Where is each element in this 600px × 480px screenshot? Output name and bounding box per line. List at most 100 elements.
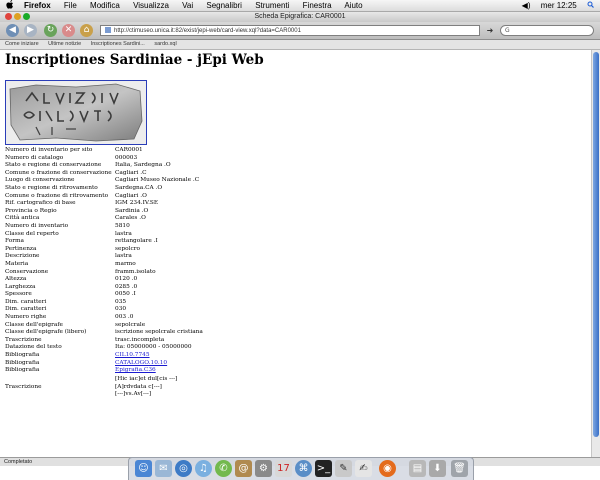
field-value: CATALOGO.10.10 [115, 360, 203, 368]
table-row: Città antica Carales .O [5, 215, 203, 223]
field-value: IGM 234.IV.SE [115, 200, 159, 207]
field-label: Trascrizione [5, 336, 42, 343]
field-label: Materia [5, 260, 29, 267]
field-label: Pertinenza [5, 245, 37, 252]
ical-icon[interactable]: 17 [275, 460, 292, 477]
home-icon[interactable]: ⌂ [80, 24, 93, 37]
table-row: Luogo di conservazione Cagliari Museo Naz… [5, 177, 203, 185]
address-book-icon[interactable]: @ [235, 460, 252, 477]
table-row: Spessore 0050 .I [5, 291, 203, 299]
safari-icon[interactable]: ◎ [175, 460, 192, 477]
vertical-scrollbar[interactable] [591, 50, 600, 457]
table-row: Stato e regione di conservazione Italia, … [5, 162, 203, 170]
table-row: Stato e regione di ritrovamento Sardegna.… [5, 185, 203, 193]
field-label: Bibliografia [5, 367, 40, 374]
itunes-icon[interactable]: ♫ [195, 460, 212, 477]
field-value: 5810 [115, 222, 130, 229]
menu-modifica[interactable]: Modifica [90, 1, 120, 10]
field-label: Dim. caratteri [5, 298, 47, 305]
finder-icon[interactable]: ☺ [135, 460, 152, 477]
menu-file[interactable]: File [64, 1, 77, 10]
transcription-line: [---]vs.Av[---] [115, 391, 152, 398]
table-row: Conservazione framm.isolato [5, 269, 203, 277]
field-label: Comune o frazione di conservazione [5, 169, 112, 176]
menu-vai[interactable]: Vai [182, 1, 193, 10]
back-icon[interactable]: ◀ [6, 24, 19, 37]
table-row: Comune o frazione di ritrovamento Cagliar… [5, 193, 203, 201]
field-label: Rif. cartografico di base [5, 200, 76, 207]
apple-icon[interactable] [6, 0, 14, 12]
table-row: Descrizione lastra [5, 253, 203, 261]
table-row: Trascrizione trasc.incompleta [5, 337, 203, 345]
field-label: Conservazione [5, 268, 49, 275]
go-icon[interactable]: ➜ [485, 25, 495, 36]
bibliography-link[interactable]: Epigrafia.C36 [115, 367, 156, 373]
status-text: Completato [4, 459, 33, 465]
spotlight-icon[interactable] [587, 1, 594, 10]
stop-icon[interactable]: ✕ [62, 24, 75, 37]
table-row: Dim. caratteri 030 [5, 306, 203, 314]
table-row: Numero righe 003 .0 [5, 314, 203, 322]
zoom-window-icon[interactable] [23, 13, 30, 20]
reload-icon[interactable]: ↻ [44, 24, 57, 37]
table-row: Rif. cartografico di base IGM 234.IV.SE [5, 200, 203, 208]
page-content: Inscriptiones Sardiniae - jEpi Web Numer… [0, 50, 591, 457]
menu-segnalibri[interactable]: Segnalibri [206, 1, 242, 10]
field-label: Datazione del testo [5, 344, 62, 351]
bibliography-link[interactable]: CATALOGO.10.10 [115, 360, 167, 366]
field-value: 030 [115, 306, 127, 313]
table-row: Bibliografia Epigrafia.C36 [5, 367, 203, 375]
bookmark-item[interactable]: sardo.xql [154, 41, 176, 47]
search-input[interactable]: G [500, 25, 594, 36]
system-preferences-icon[interactable]: ⚙ [255, 460, 272, 477]
menu-strumenti[interactable]: Strumenti [255, 1, 289, 10]
menu-finestra[interactable]: Finestra [303, 1, 332, 10]
url-input[interactable]: http://ctimuseo.unica.it:82/exist/jepi-w… [100, 25, 480, 36]
inscription-data-table: Numero di inventario per sito CAR0001 Nume… [5, 147, 203, 400]
forward-icon[interactable]: ▶ [24, 24, 37, 37]
scrollbar-thumb[interactable] [593, 52, 599, 437]
ichat-icon[interactable]: ✆ [215, 460, 232, 477]
inscription-photo[interactable] [5, 80, 147, 145]
trash-icon[interactable]: 🗑 [451, 460, 468, 477]
field-value: 0120 .0 [115, 276, 138, 283]
firefox-icon[interactable]: ◉ [379, 460, 396, 477]
transcription-line: [A]rdvdata c[---] [115, 383, 162, 390]
volume-icon[interactable]: ◀) [522, 1, 531, 10]
downloads-icon[interactable]: ⬇ [429, 460, 446, 477]
field-value: Ita: 05000000 - 05000000 [115, 344, 192, 351]
bookmark-item[interactable]: Come iniziare [5, 41, 39, 47]
field-value: CAR0001 [115, 147, 143, 153]
mail-icon[interactable]: ✉ [155, 460, 172, 477]
field-value: Italia, Sardegna .O [115, 162, 171, 169]
bibliography-link[interactable]: CIL10.7745 [115, 352, 150, 358]
textedit-icon[interactable]: ✍ [355, 460, 372, 477]
table-row: Materia marmo [5, 261, 203, 269]
field-value: Cagliari .C [115, 169, 147, 176]
field-value: Carales .O [115, 215, 146, 222]
field-value: Epigrafia.C36 [115, 367, 203, 375]
field-value: 000003 [115, 154, 138, 161]
field-label: Bibliografia [5, 359, 40, 366]
field-value: Cagliari Museo Nazionale .C [115, 177, 200, 184]
minimize-window-icon[interactable] [14, 13, 21, 20]
folder-icon[interactable]: ▤ [409, 460, 426, 477]
bookmark-item[interactable]: Ultime notizie [48, 41, 81, 47]
menubar-clock[interactable]: mer 12:25 [541, 1, 577, 10]
menu-aiuto[interactable]: Aiuto [344, 1, 362, 10]
field-label: Comune o frazione di ritrovamento [5, 192, 109, 199]
menu-firefox[interactable]: Firefox [24, 1, 51, 10]
field-label: Numero di inventario per sito [5, 147, 93, 153]
field-label: Spessore [5, 291, 32, 298]
terminal-icon[interactable]: >_ [315, 460, 332, 477]
field-value: lastra [115, 230, 132, 237]
network-icon[interactable]: ⌘ [295, 460, 312, 477]
field-value: sepolcro [115, 245, 140, 252]
menu-visualizza[interactable]: Visualizza [133, 1, 169, 10]
preview-icon[interactable]: ✎ [335, 460, 352, 477]
table-row: Comune o frazione di conservazione Caglia… [5, 170, 203, 178]
bookmark-item[interactable]: Inscriptiones Sardini... [91, 41, 145, 47]
close-window-icon[interactable] [5, 13, 12, 20]
field-value: marmo [115, 260, 136, 267]
field-value: 0050 .I [115, 291, 136, 298]
